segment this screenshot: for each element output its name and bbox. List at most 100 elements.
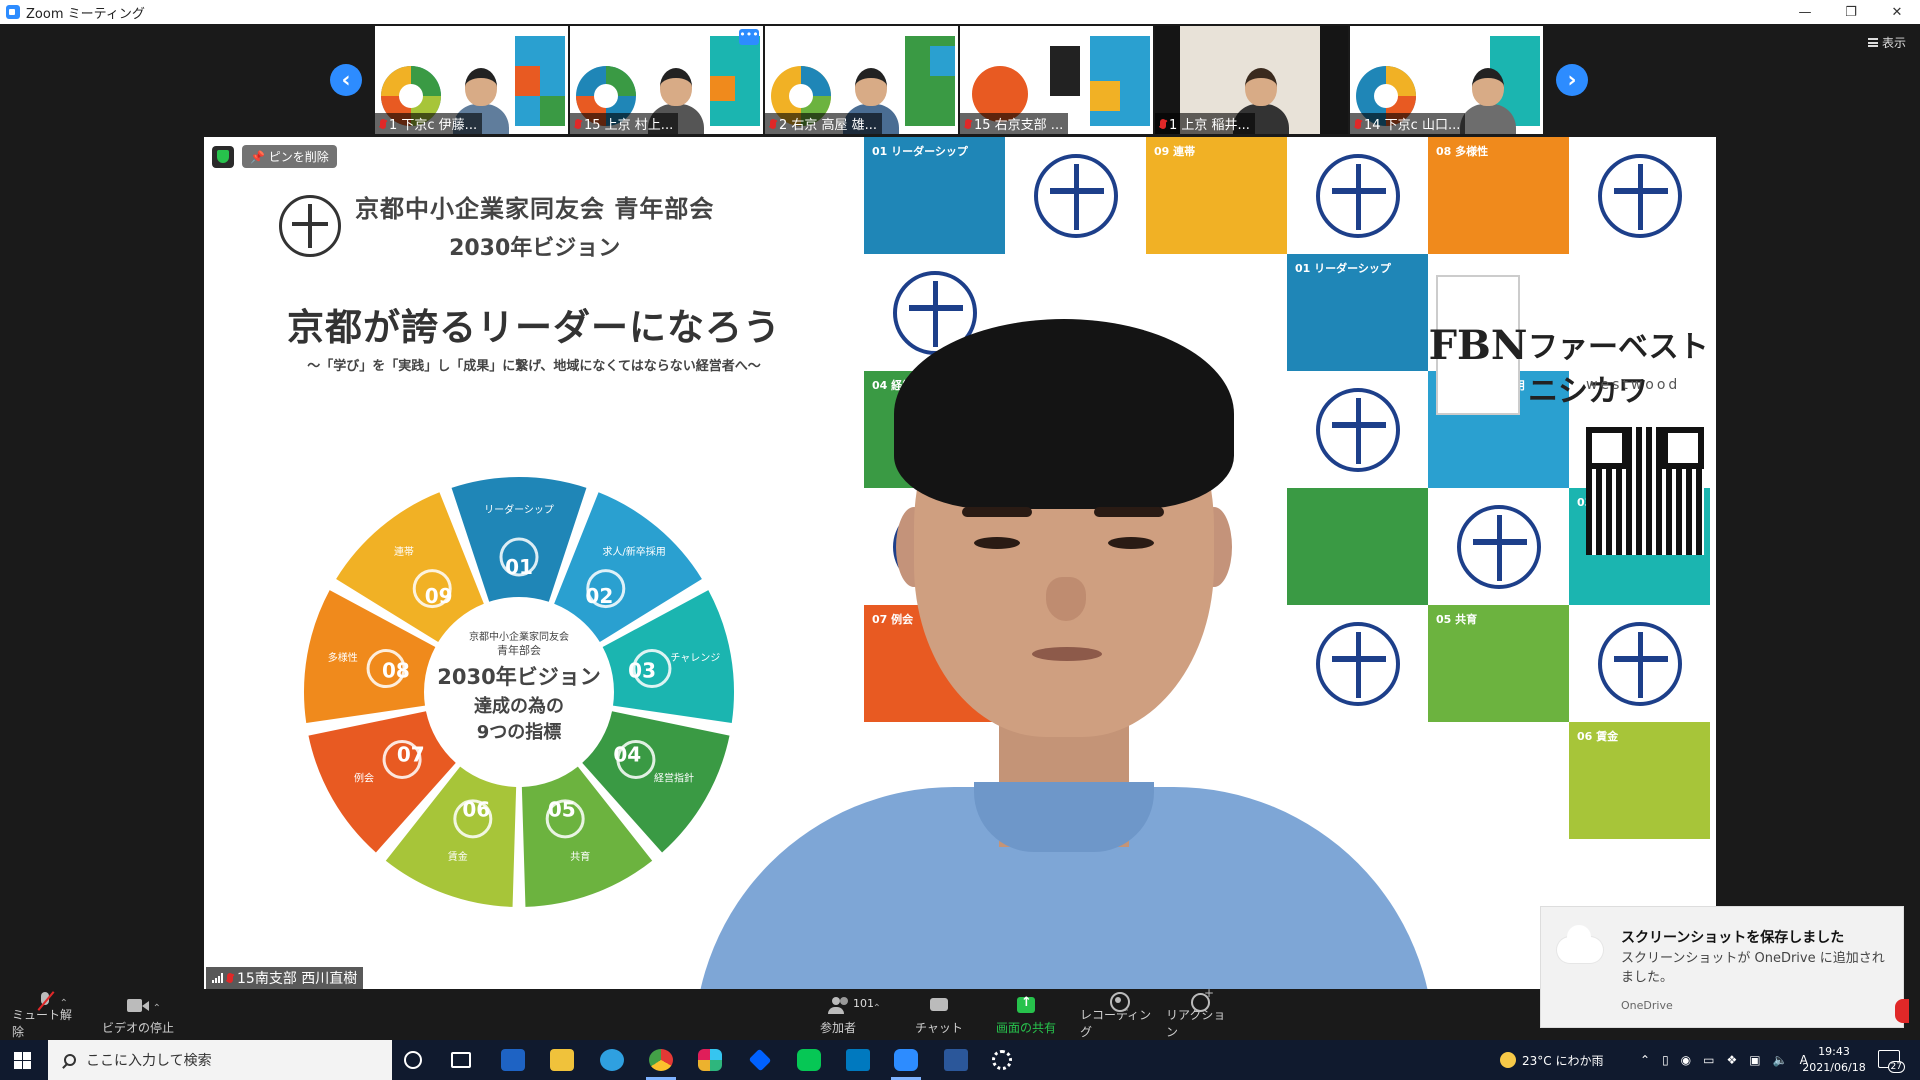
participant-thumbnail[interactable]: 1 上京 稲井... [1155,26,1348,134]
participants-count: 101 [853,996,874,1010]
toast-body: スクリーンショットが OneDrive に追加されました。 [1621,951,1885,985]
participants-button[interactable]: 101 ⌃ 参加者 [808,992,881,1040]
unpin-button[interactable]: 📌 ピンを削除 [242,145,337,168]
task-view-icon[interactable] [451,1052,471,1068]
connection-signal-icon [212,973,223,983]
org-name: 京都中小企業家同友会 青年部会 [355,195,715,223]
weather-sun-icon [1500,1052,1516,1068]
notification-count: 27 [1887,1061,1905,1073]
zoom-logo-icon [6,5,20,19]
participant-thumbnail[interactable]: 15 右京支部 ... [960,26,1153,134]
thumbnails-prev-button[interactable]: ‹ [330,64,362,96]
mic-muted-icon [380,118,386,129]
wheel-segment-label: 共育 [570,850,590,863]
tray-network-icon[interactable]: ▣ [1749,1053,1760,1067]
unmute-button[interactable]: ⌃ ミュート解除 [12,992,78,1040]
chat-button[interactable]: チャット [912,992,966,1040]
indicator-tile-label: 08 多様性 [1436,145,1489,158]
onedrive-toast[interactable]: スクリーンショットを保存しました スクリーンショットが OneDrive に追加… [1540,906,1909,1028]
zoom-app: Zoom ミーティング — ❐ ✕ 表示 ‹ › 1 下京c 伊藤... •••… [0,0,1920,1080]
mic-muted-icon [227,973,233,983]
chrome-browser-icon[interactable] [649,1049,673,1071]
meeting-area: 表示 ‹ › 1 下京c 伊藤... ••• 15 上京 村上... 2 右京 … [0,24,1920,992]
taskbar-search-box[interactable]: ここに入力して検索 [48,1040,392,1080]
zoom-taskbar-icon[interactable] [894,1049,918,1071]
window-title: Zoom ミーティング [26,6,145,22]
share-screen-button[interactable]: 画面の共有 [988,992,1064,1040]
indicator-tile: 08 多様性 [1428,137,1569,254]
slack-icon[interactable] [698,1049,722,1071]
record-button[interactable]: レコーディング [1080,992,1156,1040]
thumbnail-strip: 1 下京c 伊藤... ••• 15 上京 村上... 2 右京 高屋 雄...… [375,26,1543,134]
tray-phone-icon[interactable]: ▯ [1662,1053,1669,1067]
reactions-button[interactable]: リアクション [1166,986,1232,1040]
wheel-center-text: 2030年ビジョン [437,665,600,689]
participant-video [1460,64,1516,134]
tray-display-icon[interactable]: ▭ [1703,1053,1714,1067]
org-logo-icon [1456,504,1541,589]
view-grid-icon [1867,38,1878,47]
participant-thumbnail[interactable]: ••• 15 上京 村上... [570,26,763,134]
toast-app-name: OneDrive [1621,999,1673,1012]
file-explorer-icon[interactable] [550,1049,574,1071]
record-icon [1107,992,1130,1012]
settings-gear-icon[interactable] [992,1050,1012,1070]
wheel-center-text: 達成の為の [474,695,564,717]
clock-time: 19:43 [1818,1045,1850,1058]
record-indicator-icon [1895,999,1909,1023]
speaker-name-tag: 15南支部 西川直樹 [206,967,364,989]
windows-start-icon[interactable] [14,1052,31,1069]
indicator-tile: 06 賃金 [1569,722,1710,839]
taskbar-clock[interactable]: 19:43 2021/06/18 [1794,1044,1874,1076]
participant-thumbnail[interactable]: 2 右京 高屋 雄... [765,26,958,134]
tray-expand-chevron-icon[interactable]: ⌃ [1640,1053,1650,1067]
bw-app-icon[interactable] [501,1049,525,1071]
participant-thumbnail[interactable]: 14 下京c 山口... [1350,26,1543,134]
mic-muted-icon [965,118,971,129]
participant-name-tag: 15 上京 村上... [570,113,679,134]
participants-label: 参加者 [819,1020,856,1035]
restore-button[interactable]: ❐ [1828,0,1874,24]
wheel-center-text: 9つの指標 [477,721,562,743]
vision-title: 2030年ビジョン [449,236,621,261]
share-screen-label: 画面の共有 [995,1020,1056,1035]
reaction-emoji-icon [1188,986,1214,1012]
org-logo-icon [1597,621,1682,706]
participant-name: 1 上京 稲井... [1169,118,1250,133]
participant-name: 14 下京c 山口... [1364,118,1461,133]
participant-name: 1 下京c 伊藤... [389,118,478,133]
taskbar-search-placeholder: ここに入力して検索 [86,1053,212,1069]
thumbnails-next-button[interactable]: › [1556,64,1588,96]
cortana-icon[interactable] [404,1051,422,1069]
org-logo-tile [1569,605,1710,722]
search-icon [64,1054,76,1066]
view-button[interactable]: 表示 [1867,34,1906,51]
weather-widget[interactable]: 23°C にわか雨 [1500,1040,1603,1080]
close-button[interactable]: ✕ [1874,0,1920,24]
wheel-segment-number: 03 [628,658,656,682]
word-icon[interactable] [944,1049,968,1071]
tray-dropbox-icon[interactable]: ❖ [1727,1053,1738,1067]
mic-muted-icon [770,118,776,129]
stop-video-button[interactable]: ⌃ ビデオの停止 [100,992,176,1040]
security-shield-icon[interactable] [212,145,234,168]
more-options-icon[interactable]: ••• [739,29,759,45]
speaker-name: 15南支部 西川直樹 [237,971,358,987]
minimize-button[interactable]: — [1782,0,1828,24]
notification-center-icon[interactable]: 27 [1878,1050,1905,1073]
edge-browser-icon[interactable] [600,1049,624,1071]
tray-security-icon[interactable]: ◉ [1681,1053,1691,1067]
participant-name-tag: 15 右京支部 ... [960,113,1069,134]
active-speaker-video[interactable]: 📌 ピンを削除 京都中小企業家同友会 青年部会 2030年ビジョン 京都が誇るリ… [204,137,1716,989]
trello-icon[interactable] [846,1049,870,1071]
participant-name-tag: 14 下京c 山口... [1350,113,1466,134]
dropbox-icon[interactable] [748,1048,772,1072]
share-screen-icon [1015,995,1037,1015]
line-app-icon[interactable] [797,1049,821,1071]
wheel-segment-label: 多様性 [328,651,358,664]
tray-volume-icon[interactable]: 🔈 [1773,1053,1788,1067]
participant-thumbnail[interactable]: 1 下京c 伊藤... [375,26,568,134]
mic-muted-icon [575,118,581,129]
org-header: 京都中小企業家同友会 青年部会 2030年ビジョン [279,189,714,262]
indicator-tile-label: 06 賃金 [1577,730,1619,743]
